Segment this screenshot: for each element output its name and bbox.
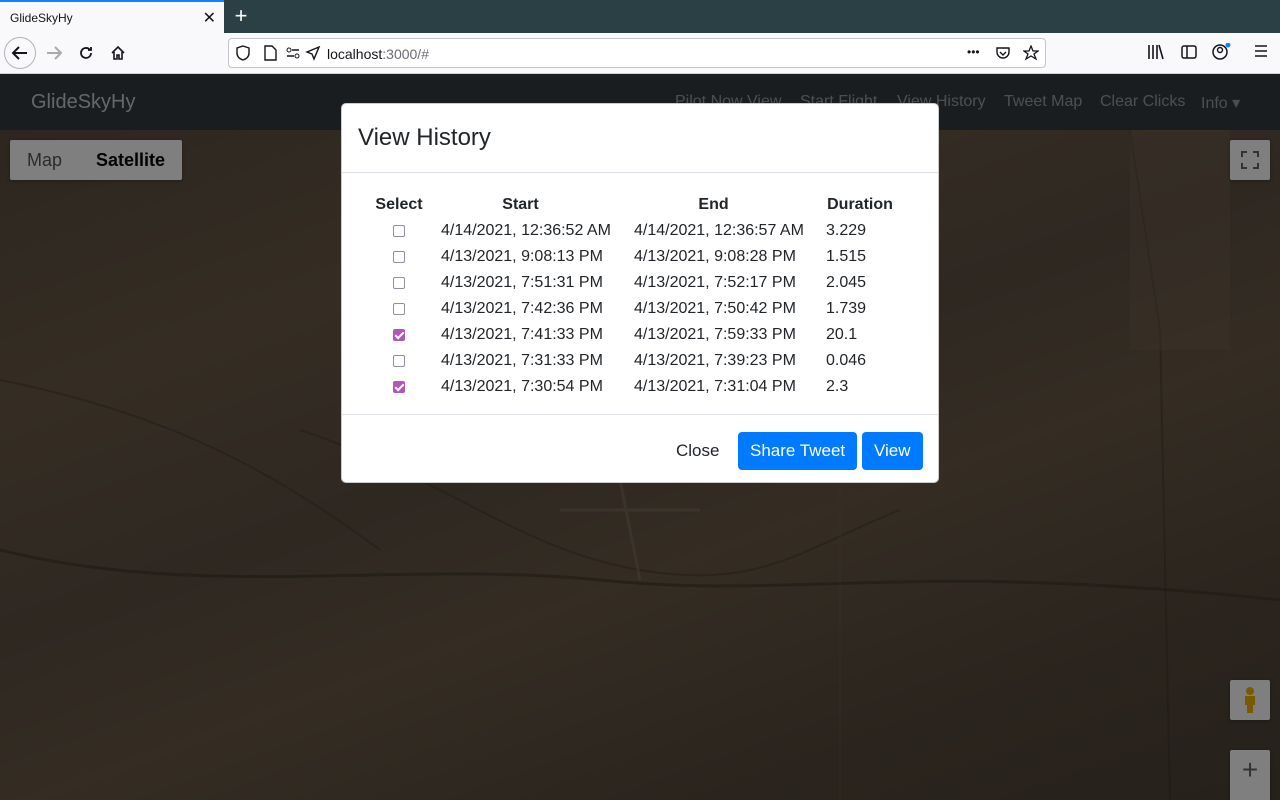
end-cell: 4/13/2021, 9:08:28 PM	[634, 248, 796, 265]
shield-icon[interactable]	[235, 45, 251, 61]
url-bar[interactable]: localhost:3000/# •••	[228, 38, 1046, 68]
bookmark-star-icon[interactable]	[1023, 45, 1039, 61]
select-cell	[374, 270, 424, 296]
start-cell: 4/13/2021, 7:30:54 PM	[441, 378, 603, 395]
duration-cell: 2.3	[826, 378, 849, 395]
forward-button[interactable]	[38, 37, 70, 69]
url-text[interactable]: localhost:3000/#	[327, 46, 429, 62]
start-cell: 4/13/2021, 7:31:33 PM	[441, 352, 603, 369]
table-row: 4/13/2021, 7:41:33 PM 4/13/2021, 7:59:33 …	[374, 322, 910, 348]
select-cell	[374, 296, 424, 322]
home-icon	[111, 45, 125, 60]
table-row: 4/13/2021, 7:51:31 PM 4/13/2021, 7:52:17 …	[374, 270, 910, 296]
tab-close-icon[interactable]: ✕	[203, 8, 216, 28]
page-icon[interactable]	[263, 45, 277, 61]
column-header-end: End	[698, 196, 729, 213]
row-select-checkbox[interactable]	[393, 302, 405, 315]
arrow-right-icon	[47, 46, 63, 60]
browser-toolbar: localhost:3000/# •••	[0, 33, 1280, 74]
menu-icon[interactable]	[1253, 43, 1269, 59]
history-table: Select Start End Duration 4/14/2021, 12:…	[374, 192, 910, 400]
row-select-checkbox[interactable]	[393, 276, 405, 289]
start-cell: 4/13/2021, 7:42:36 PM	[441, 300, 603, 317]
select-cell	[374, 218, 424, 244]
tab-title: GlideSkyHy	[10, 11, 73, 25]
modal-header: View History	[342, 104, 938, 173]
duration-cell: 20.1	[826, 326, 858, 343]
column-header-duration: Duration	[827, 196, 893, 213]
history-table-body: 4/14/2021, 12:36:52 AM 4/14/2021, 12:36:5…	[374, 218, 910, 400]
select-cell	[374, 348, 424, 374]
view-history-modal: View History Select Start End Duration 4…	[341, 103, 939, 483]
row-select-checkbox[interactable]	[393, 224, 405, 237]
row-select-checkbox[interactable]	[393, 328, 405, 341]
end-cell: 4/13/2021, 7:31:04 PM	[634, 378, 796, 395]
permissions-icon[interactable]	[285, 45, 301, 61]
reload-icon	[80, 47, 92, 59]
modal-footer: Close Share Tweet View	[342, 414, 938, 484]
start-cell: 4/13/2021, 7:51:31 PM	[441, 274, 603, 291]
end-cell: 4/13/2021, 7:52:17 PM	[634, 274, 796, 291]
duration-cell: 2.045	[826, 274, 867, 291]
location-arrow-icon[interactable]	[305, 45, 321, 61]
pocket-icon[interactable]	[995, 45, 1011, 61]
end-cell: 4/13/2021, 7:50:42 PM	[634, 300, 796, 317]
page-actions-icon[interactable]: •••	[967, 45, 980, 59]
duration-cell: 1.515	[826, 248, 867, 265]
sidebar-icon[interactable]	[1180, 43, 1198, 61]
close-button[interactable]: Close	[664, 432, 731, 470]
table-header-row: Select Start End Duration	[374, 192, 910, 218]
home-button[interactable]	[102, 37, 134, 69]
new-tab-button[interactable]: +	[230, 3, 252, 29]
table-row: 4/13/2021, 7:30:54 PM 4/13/2021, 7:31:04 …	[374, 374, 910, 400]
select-cell	[374, 374, 424, 400]
account-icon[interactable]	[1211, 43, 1231, 61]
row-select-checkbox[interactable]	[393, 354, 405, 367]
duration-cell: 3.229	[826, 222, 867, 239]
table-row: 4/13/2021, 7:31:33 PM 4/13/2021, 7:39:23 …	[374, 348, 910, 374]
tab-strip: GlideSkyHy ✕ +	[0, 0, 1280, 33]
start-cell: 4/13/2021, 9:08:13 PM	[441, 248, 603, 265]
end-cell: 4/14/2021, 12:36:57 AM	[634, 222, 804, 239]
select-cell	[374, 244, 424, 270]
arrow-left-icon	[11, 46, 27, 60]
start-cell: 4/13/2021, 7:41:33 PM	[441, 326, 603, 343]
end-cell: 4/13/2021, 7:39:23 PM	[634, 352, 796, 369]
duration-cell: 1.739	[826, 300, 867, 317]
reload-button[interactable]	[70, 37, 102, 69]
library-icon[interactable]	[1147, 43, 1165, 61]
view-button[interactable]: View	[862, 432, 923, 470]
row-select-checkbox[interactable]	[393, 380, 405, 393]
row-select-checkbox[interactable]	[393, 250, 405, 263]
modal-title: View History	[358, 124, 491, 151]
table-row: 4/13/2021, 9:08:13 PM 4/13/2021, 9:08:28 …	[374, 244, 910, 270]
modal-body: Select Start End Duration 4/14/2021, 12:…	[342, 173, 938, 414]
select-cell	[374, 322, 424, 348]
duration-cell: 0.046	[826, 352, 867, 369]
table-row: 4/13/2021, 7:42:36 PM 4/13/2021, 7:50:42 …	[374, 296, 910, 322]
start-cell: 4/14/2021, 12:36:52 AM	[441, 222, 611, 239]
back-button[interactable]	[4, 37, 36, 69]
table-row: 4/14/2021, 12:36:52 AM 4/14/2021, 12:36:5…	[374, 218, 910, 244]
end-cell: 4/13/2021, 7:59:33 PM	[634, 326, 796, 343]
url-host: localhost	[327, 46, 383, 62]
share-tweet-button[interactable]: Share Tweet	[738, 432, 858, 470]
url-path: :3000/#	[382, 46, 429, 62]
column-header-start: Start	[502, 196, 539, 213]
column-header-select: Select	[375, 196, 423, 213]
browser-tab[interactable]: GlideSkyHy ✕	[0, 0, 224, 33]
